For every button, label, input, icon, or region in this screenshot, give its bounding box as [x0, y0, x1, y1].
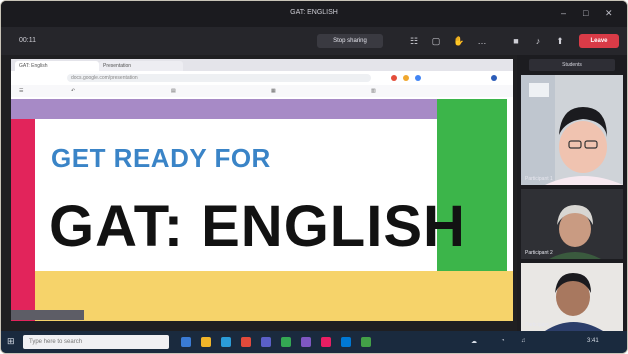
- app-icon[interactable]: [341, 337, 351, 347]
- undo-icon[interactable]: ↶: [71, 88, 75, 94]
- network-icon[interactable]: ◔: [501, 338, 505, 344]
- chat-icon[interactable]: ▢: [431, 36, 441, 46]
- app-icon[interactable]: [281, 337, 291, 347]
- participant-name: Participant 1: [525, 176, 553, 182]
- video-tile-1[interactable]: Participant 1: [521, 75, 623, 185]
- format-icon[interactable]: ▤: [171, 88, 176, 94]
- participant-name: Participant 2: [525, 250, 553, 256]
- meeting-toolbar: 00:11 Stop sharing ☷ ▢ ✋ … ■ ♪ ⬆ Leave: [1, 27, 627, 55]
- share-icon[interactable]: ⬆: [555, 36, 565, 46]
- participants-panel: Students Participant 1 Participant 2 Par…: [517, 55, 627, 331]
- browser-tab-strip: GAT: English Presentation: [11, 59, 513, 71]
- pink-bar: [11, 119, 35, 321]
- close-icon[interactable]: ✕: [605, 8, 613, 19]
- window-title: GAT: ENGLISH: [290, 9, 338, 16]
- title-bar: GAT: ENGLISH – □ ✕: [1, 1, 627, 27]
- weather-icon[interactable]: ☁: [471, 338, 477, 345]
- browser-tab-1[interactable]: GAT: English: [15, 61, 99, 71]
- volume-icon[interactable]: ♫: [521, 338, 526, 344]
- microphone-icon[interactable]: ♪: [533, 36, 543, 46]
- menu-icon[interactable]: ☰: [19, 88, 23, 94]
- address-bar[interactable]: docs.google.com/presentation: [67, 74, 371, 82]
- leave-button[interactable]: Leave: [579, 34, 619, 48]
- participant-video: [521, 75, 623, 185]
- minimize-icon[interactable]: –: [561, 8, 566, 18]
- yellow-band: [35, 271, 513, 321]
- participant-video: [521, 189, 623, 259]
- app-icon[interactable]: [321, 337, 331, 347]
- video-tile-2[interactable]: Participant 2: [521, 189, 623, 259]
- theme-icon[interactable]: ▥: [371, 88, 376, 94]
- people-icon[interactable]: ☷: [409, 36, 419, 46]
- browser-tab-2[interactable]: Presentation: [99, 61, 183, 71]
- maximize-icon[interactable]: □: [583, 8, 588, 18]
- app-icon[interactable]: [201, 337, 211, 347]
- participant-name: Participant 3: [525, 322, 553, 328]
- more-options-icon[interactable]: …: [477, 36, 487, 46]
- app-icon[interactable]: [241, 337, 251, 347]
- extension-icon[interactable]: [391, 75, 397, 81]
- camera-icon[interactable]: ■: [511, 36, 521, 46]
- presentation-slide: GET READY FOR GAT: ENGLISH: [11, 97, 513, 321]
- slide-headline: GAT: ENGLISH: [49, 194, 466, 259]
- insert-icon[interactable]: ▦: [271, 88, 276, 94]
- purple-bar: [11, 99, 437, 119]
- start-icon[interactable]: ⊞: [7, 336, 15, 347]
- windows-taskbar: ⊞ Type here to search ☁ ◔ ♫ 3:41: [1, 331, 627, 353]
- clock[interactable]: 3:41: [587, 338, 599, 344]
- meeting-window: GAT: ENGLISH – □ ✕ 00:11 Stop sharing ☷ …: [0, 0, 628, 354]
- app-icon[interactable]: [181, 337, 191, 347]
- app-icon[interactable]: [221, 337, 231, 347]
- browser-address-row: docs.google.com/presentation: [11, 71, 513, 86]
- video-tile-3[interactable]: Participant 3: [521, 263, 623, 331]
- extension-icon[interactable]: [415, 75, 421, 81]
- participant-video: [521, 263, 623, 331]
- app-icon[interactable]: [261, 337, 271, 347]
- participants-header: Students: [529, 59, 615, 71]
- meeting-timer: 00:11: [19, 37, 36, 44]
- stop-sharing-button[interactable]: Stop sharing: [317, 34, 383, 48]
- taskbar-search[interactable]: Type here to search: [23, 335, 169, 349]
- slide-subtitle: GET READY FOR: [51, 143, 271, 173]
- presenter-label: [11, 310, 84, 320]
- app-icon[interactable]: [301, 337, 311, 347]
- raise-hand-icon[interactable]: ✋: [453, 36, 464, 46]
- app-icon[interactable]: [361, 337, 371, 347]
- profile-icon[interactable]: [491, 75, 497, 81]
- extension-icon[interactable]: [403, 75, 409, 81]
- shared-screen: GAT: English Presentation docs.google.co…: [11, 59, 513, 321]
